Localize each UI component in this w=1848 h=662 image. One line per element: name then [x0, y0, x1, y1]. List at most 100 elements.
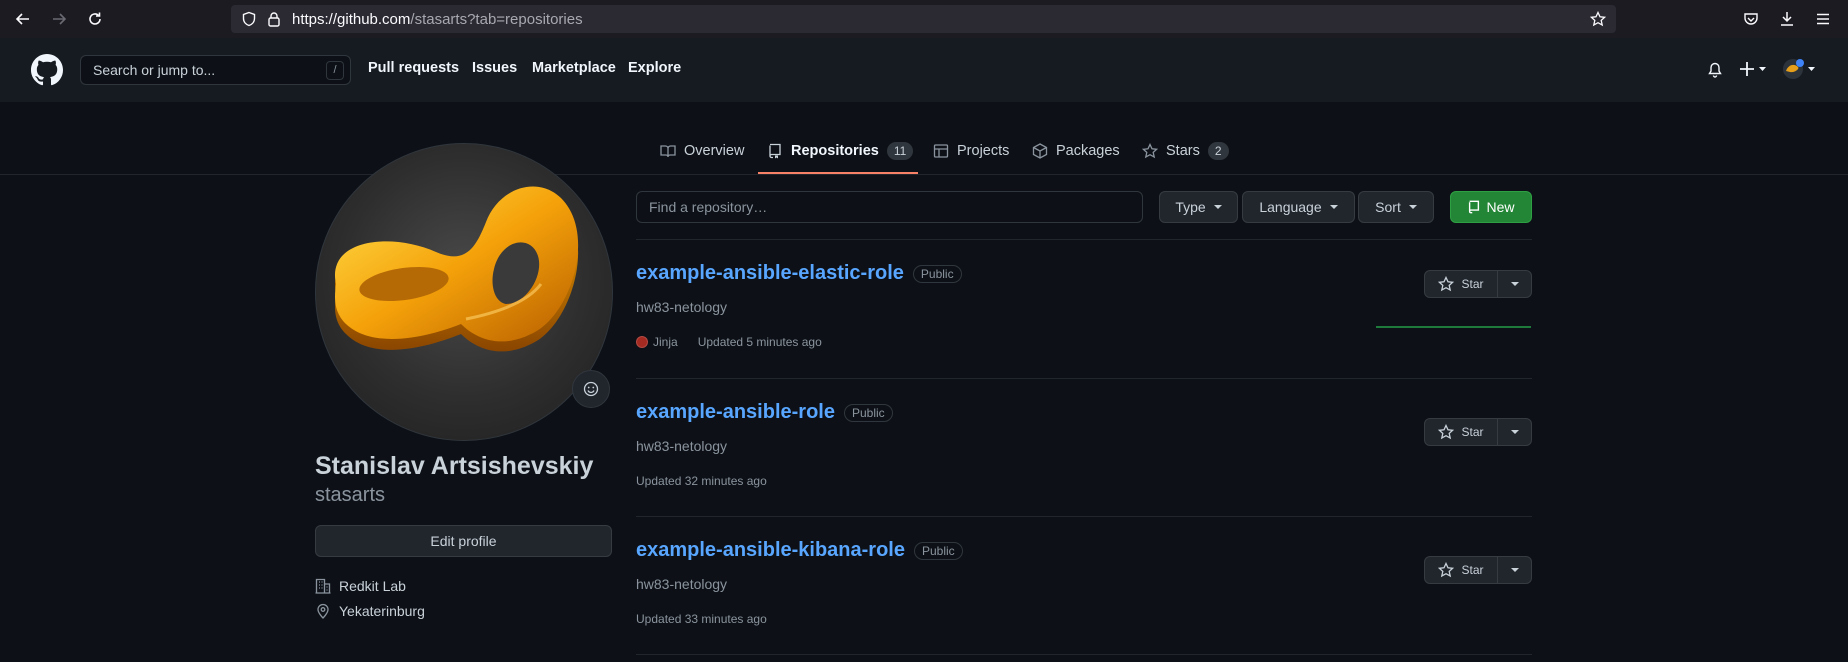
- url-bar[interactable]: https://github.com/stasarts?tab=reposito…: [231, 5, 1616, 33]
- back-icon[interactable]: [12, 8, 34, 30]
- set-status-button[interactable]: [572, 370, 610, 408]
- new-repository-button[interactable]: New: [1450, 191, 1532, 223]
- list-item: example-ansible-elastic-role Public hw83…: [636, 240, 1532, 376]
- reload-icon[interactable]: [84, 8, 106, 30]
- star-list-dropdown[interactable]: [1498, 418, 1532, 446]
- sort-dropdown[interactable]: Sort: [1358, 191, 1434, 223]
- new-button-label: New: [1486, 199, 1515, 215]
- search-shortcut-key: /: [326, 61, 344, 80]
- star-button[interactable]: Star: [1424, 270, 1498, 298]
- search-placeholder: Search or jump to...: [93, 62, 216, 78]
- repo-description: hw83-netology: [636, 576, 728, 592]
- repo-language: Jinja: [653, 335, 678, 349]
- list-item: example-ansible-role Public hw83-netolog…: [636, 379, 1532, 515]
- language-filter-dropdown[interactable]: Language: [1242, 191, 1355, 223]
- star-list-dropdown[interactable]: [1498, 270, 1532, 298]
- github-logo-icon[interactable]: [31, 54, 63, 86]
- tab-repositories[interactable]: Repositories 11: [767, 140, 914, 162]
- tab-projects[interactable]: Projects: [933, 140, 1009, 162]
- list-item: example-ansible-kibana-role Public hw83-…: [636, 517, 1532, 653]
- forward-icon[interactable]: [48, 8, 70, 30]
- type-filter-label: Type: [1175, 199, 1206, 215]
- location-pin-icon: [315, 603, 339, 619]
- global-search-input[interactable]: Search or jump to... /: [80, 55, 351, 85]
- repo-meta: Jinja Updated 5 minutes ago: [636, 335, 822, 349]
- menu-icon[interactable]: [1815, 11, 1831, 27]
- star-icon: [1142, 143, 1166, 159]
- tab-repositories-label: Repositories: [791, 143, 879, 159]
- caret-down-icon: [1408, 205, 1417, 209]
- active-tab-underline: [758, 172, 918, 174]
- browser-toolbar: https://github.com/stasarts?tab=reposito…: [0, 0, 1848, 38]
- repo-description: hw83-netology: [636, 299, 728, 315]
- caret-down-icon: [1329, 205, 1338, 209]
- caret-down-icon: [1213, 205, 1222, 209]
- smiley-icon: [583, 381, 599, 397]
- edit-profile-button[interactable]: Edit profile: [315, 525, 612, 557]
- repo-updated: Updated 5 minutes ago: [697, 335, 822, 349]
- repo-name-link[interactable]: example-ansible-elastic-role: [636, 262, 904, 285]
- find-repository-input[interactable]: Find a repository…: [636, 191, 1143, 223]
- visibility-badge: Public: [912, 264, 962, 283]
- tab-packages[interactable]: Packages: [1032, 140, 1120, 162]
- profile-avatar[interactable]: [315, 143, 613, 441]
- star-button[interactable]: Star: [1424, 556, 1498, 584]
- repo-title-row: example-ansible-kibana-role Public: [636, 539, 963, 562]
- bell-icon[interactable]: [1707, 62, 1723, 78]
- tab-packages-label: Packages: [1056, 143, 1120, 159]
- star-button-group: Star: [1424, 270, 1532, 298]
- nav-issues[interactable]: Issues: [472, 60, 517, 76]
- repo-name-link[interactable]: example-ansible-role: [636, 401, 835, 424]
- star-button[interactable]: Star: [1424, 418, 1498, 446]
- repo-title-row: example-ansible-role Public: [636, 401, 893, 424]
- bookmark-star-icon[interactable]: [1590, 11, 1606, 27]
- star-icon: [1438, 562, 1461, 578]
- activity-sparkline: [1376, 326, 1531, 328]
- shield-icon[interactable]: [241, 11, 257, 27]
- star-button-group: Star: [1424, 556, 1532, 584]
- organization-label: Redkit Lab: [339, 578, 406, 594]
- caret-down-icon: [1510, 568, 1519, 572]
- type-filter-dropdown[interactable]: Type: [1159, 191, 1238, 223]
- plus-icon[interactable]: [1739, 60, 1767, 78]
- nav-pull-requests[interactable]: Pull requests: [368, 60, 459, 76]
- sort-label: Sort: [1375, 199, 1401, 215]
- downloads-icon[interactable]: [1779, 11, 1795, 27]
- repo-title-row: example-ansible-elastic-role Public: [636, 262, 962, 285]
- repositories-count-badge: 11: [886, 142, 914, 160]
- repo-description: hw83-netology: [636, 438, 728, 454]
- repo-updated: Updated 32 minutes ago: [636, 474, 767, 488]
- nav-explore[interactable]: Explore: [628, 60, 681, 76]
- star-icon: [1438, 276, 1461, 292]
- star-label: Star: [1461, 425, 1484, 439]
- table-icon: [933, 143, 957, 159]
- location-label: Yekaterinburg: [339, 603, 425, 619]
- visibility-badge: Public: [913, 541, 963, 560]
- profile-fullname: Stanislav Artsishevskiy: [315, 452, 594, 480]
- organization-icon: [315, 578, 339, 594]
- tab-stars[interactable]: Stars 2: [1142, 140, 1229, 162]
- profile-tabs: Overview Repositories 11 Projects Packag…: [0, 102, 1848, 175]
- github-header: Search or jump to... / Pull requests Iss…: [0, 38, 1848, 102]
- package-icon: [1032, 143, 1056, 159]
- book-icon: [660, 143, 684, 159]
- repo-name-link[interactable]: example-ansible-kibana-role: [636, 539, 905, 562]
- nav-marketplace[interactable]: Marketplace: [532, 60, 616, 76]
- user-avatar-menu[interactable]: [1782, 58, 1816, 80]
- star-label: Star: [1461, 277, 1484, 291]
- repo-meta: Updated 32 minutes ago: [636, 474, 767, 488]
- language-filter-label: Language: [1259, 199, 1322, 215]
- repo-icon: [767, 143, 791, 159]
- tab-overview[interactable]: Overview: [660, 140, 744, 162]
- star-list-dropdown[interactable]: [1498, 556, 1532, 584]
- caret-down-icon: [1510, 282, 1519, 286]
- profile-username: stasarts: [315, 484, 386, 506]
- find-repository-placeholder: Find a repository…: [649, 199, 768, 215]
- list-divider: [636, 654, 1532, 655]
- tab-projects-label: Projects: [957, 143, 1010, 159]
- language-color-dot: [636, 336, 648, 348]
- pocket-icon[interactable]: [1743, 11, 1759, 27]
- star-button-group: Star: [1424, 418, 1532, 446]
- visibility-badge: Public: [843, 403, 893, 422]
- lock-icon[interactable]: [266, 11, 282, 27]
